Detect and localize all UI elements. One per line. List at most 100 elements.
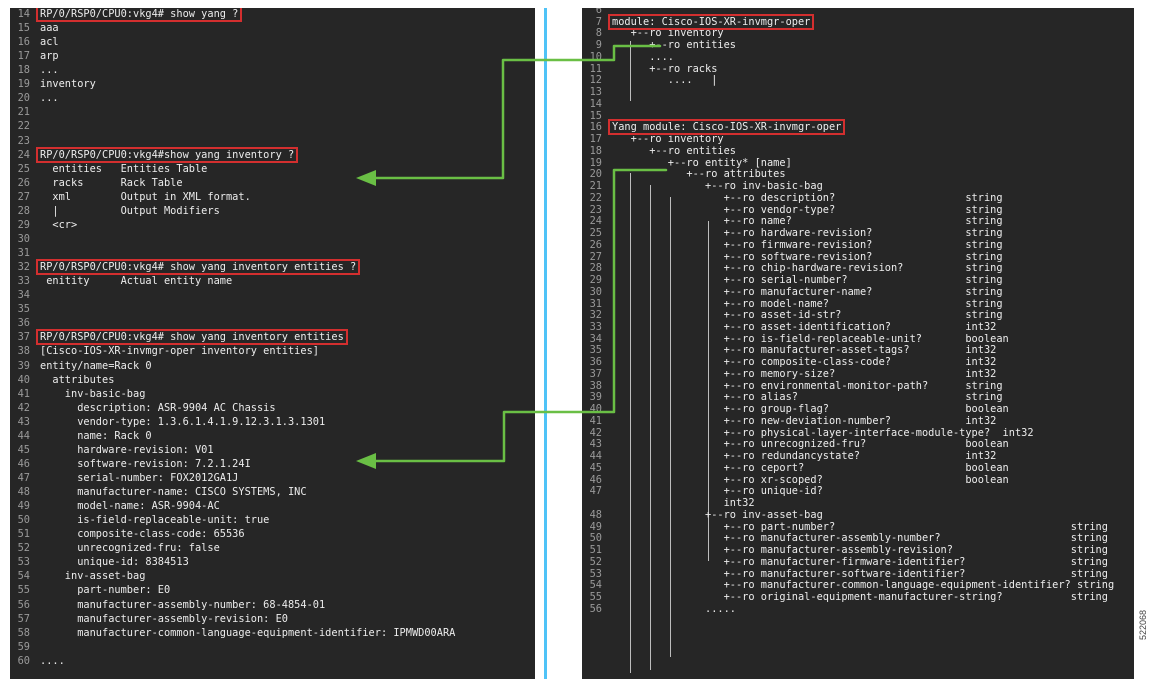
line-number: 40 bbox=[589, 403, 602, 416]
line-number: 34 bbox=[17, 289, 30, 302]
line-text: description: ASR-9904 AC Chassis bbox=[40, 401, 276, 414]
terminal-line: 35 bbox=[10, 303, 535, 315]
terminal-line: 30 bbox=[10, 233, 535, 245]
line-text: +--ro manufacturer-software-identifier? … bbox=[612, 567, 1108, 580]
line-text: [Cisco-IOS-XR-invmgr-oper inventory enti… bbox=[40, 345, 319, 358]
line-number: 41 bbox=[17, 387, 30, 400]
terminal-line: 47 serial-number: FOX2012GA1J bbox=[10, 472, 535, 484]
line-number: 46 bbox=[17, 457, 30, 470]
line-number: 50 bbox=[17, 514, 30, 527]
terminal-line: 50 is-field-replaceable-unit: true bbox=[10, 514, 535, 526]
terminal-line: 19 +--ro entity* [name] bbox=[582, 157, 1134, 169]
line-text: ... bbox=[40, 64, 59, 77]
terminal-line: 25 entities Entities Table bbox=[10, 163, 535, 175]
line-text: +--ro alias? string bbox=[612, 391, 1003, 404]
line-text: .... | bbox=[612, 74, 718, 87]
terminal-line: 42 +--ro physical-layer-interface-module… bbox=[582, 427, 1134, 439]
line-text: .... bbox=[612, 50, 674, 63]
line-text: enitity Actual entity name bbox=[40, 275, 233, 288]
terminal-line: 7 module: Cisco-IOS-XR-invmgr-oper bbox=[582, 16, 1134, 28]
terminal-line: 55 +--ro original-equipment-manufacturer… bbox=[582, 591, 1134, 603]
line-text: +--ro manufacturer-asset-tags? int32 bbox=[612, 344, 997, 357]
terminal-line: 34 bbox=[10, 289, 535, 301]
terminal-line: 26 racks Rack Table bbox=[10, 177, 535, 189]
terminal-line: 36 bbox=[10, 317, 535, 329]
line-number: 44 bbox=[589, 450, 602, 463]
terminal-line: 23 +--ro vendor-type? string bbox=[582, 204, 1134, 216]
line-number: 52 bbox=[17, 542, 30, 555]
line-number: 53 bbox=[589, 567, 602, 580]
line-number: 49 bbox=[589, 520, 602, 533]
terminal-line: 20... bbox=[10, 92, 535, 104]
line-number: 30 bbox=[589, 285, 602, 298]
terminal-line: 35 +--ro manufacturer-asset-tags? int32 bbox=[582, 344, 1134, 356]
line-number: 53 bbox=[17, 556, 30, 569]
line-number: 26 bbox=[589, 238, 602, 251]
line-number: 17 bbox=[589, 133, 602, 146]
line-text: +--ro inventory bbox=[612, 27, 724, 40]
line-text: manufacturer-name: CISCO SYSTEMS, INC bbox=[40, 486, 307, 499]
terminal-line: 32 +--ro asset-id-str? string bbox=[582, 309, 1134, 321]
line-text: inv-basic-bag bbox=[40, 387, 146, 400]
line-text: +--ro entity* [name] bbox=[612, 156, 792, 169]
line-number: 35 bbox=[17, 303, 30, 316]
terminal-line: 40 +--ro group-flag? boolean bbox=[582, 403, 1134, 415]
line-text: model-name: ASR-9904-AC bbox=[40, 500, 220, 513]
line-number: 48 bbox=[589, 508, 602, 521]
line-number: 56 bbox=[589, 602, 602, 615]
line-number: 31 bbox=[589, 297, 602, 310]
line-text: +--ro serial-number? string bbox=[612, 274, 1003, 287]
line-number: 41 bbox=[589, 414, 602, 427]
line-text: is-field-replaceable-unit: true bbox=[40, 514, 270, 527]
terminal-line: 54 +--ro manufacturer-common-language-eq… bbox=[582, 579, 1134, 591]
terminal-line: 18... bbox=[10, 64, 535, 76]
line-number: 10 bbox=[589, 50, 602, 63]
terminal-line: 21 +--ro inv-basic-bag bbox=[582, 180, 1134, 192]
line-text: +--ro manufacturer-assembly-number? stri… bbox=[612, 532, 1108, 545]
terminal-line: 51 +--ro manufacturer-assembly-revision?… bbox=[582, 544, 1134, 556]
line-text: vendor-type: 1.3.6.1.4.1.9.12.3.1.3.1301 bbox=[40, 415, 326, 428]
terminal-line: 18 +--ro entities bbox=[582, 145, 1134, 157]
terminal-line: 51 composite-class-code: 65536 bbox=[10, 528, 535, 540]
line-number: 29 bbox=[589, 274, 602, 287]
line-text: entities Entities Table bbox=[40, 162, 208, 175]
terminal-line: 20 +--ro attributes bbox=[582, 168, 1134, 180]
line-text: ..... bbox=[612, 602, 736, 615]
line-text: <cr> bbox=[40, 218, 78, 231]
line-number: 14 bbox=[589, 97, 602, 110]
terminal-line: 52 +--ro manufacturer-firmware-identifie… bbox=[582, 556, 1134, 568]
line-text: +--ro model-name? string bbox=[612, 297, 1003, 310]
terminal-line: 33 enitity Actual entity name bbox=[10, 275, 535, 287]
line-number: 38 bbox=[17, 345, 30, 358]
line-text: xml Output in XML format. bbox=[40, 190, 251, 203]
line-number: 9 bbox=[595, 39, 602, 52]
terminal-line: 10 .... bbox=[582, 51, 1134, 63]
terminal-line: 24 RP/0/RSP0/CPU0:vkg4#show yang inventor… bbox=[10, 149, 535, 161]
line-number: 54 bbox=[589, 579, 602, 592]
line-number: 8 bbox=[595, 27, 602, 40]
terminal-line: 31 +--ro model-name? string bbox=[582, 298, 1134, 310]
line-number: 27 bbox=[589, 250, 602, 263]
line-text: +--ro manufacturer-name? string bbox=[612, 285, 1003, 298]
terminal-line: 59 bbox=[10, 641, 535, 653]
figure-id-label: 522068 bbox=[1138, 609, 1148, 640]
line-number: 46 bbox=[589, 473, 602, 486]
terminal-line: 43 vendor-type: 1.3.6.1.4.1.9.12.3.1.3.1… bbox=[10, 416, 535, 428]
terminal-line: 8 +--ro inventory bbox=[582, 27, 1134, 39]
line-text: +--ro asset-identification? int32 bbox=[612, 320, 997, 333]
line-text: manufacturer-assembly-revision: E0 bbox=[40, 612, 288, 625]
line-number: 44 bbox=[17, 429, 30, 442]
text-measure bbox=[10, 149, 11, 150]
line-text: +--ro description? string bbox=[612, 191, 1003, 204]
line-text: +--ro new-deviation-number? int32 bbox=[612, 414, 997, 427]
text-measure bbox=[10, 261, 11, 262]
line-text: +--ro attributes bbox=[612, 168, 786, 181]
terminal-line: 38 [Cisco-IOS-XR-invmgr-oper inventory en… bbox=[10, 345, 535, 357]
line-text: software-revision: 7.2.1.24I bbox=[40, 457, 251, 470]
terminal-line: 15 aaa bbox=[10, 22, 535, 34]
line-text: acl bbox=[40, 36, 59, 49]
terminal-line: 38 +--ro environmental-monitor-path? str… bbox=[582, 380, 1134, 392]
line-text: +--ro original-equipment-manufacturer-st… bbox=[612, 591, 1108, 603]
line-number: 19 bbox=[589, 156, 602, 169]
terminal-line: 29 +--ro serial-number? string bbox=[582, 274, 1134, 286]
